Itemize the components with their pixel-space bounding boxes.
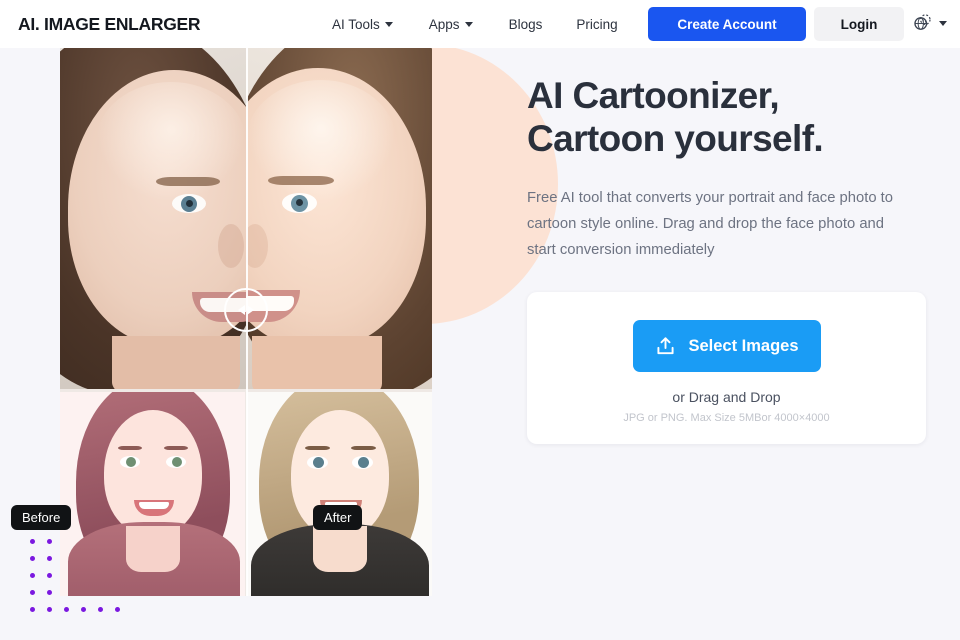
login-button[interactable]: Login bbox=[814, 7, 904, 41]
upload-tray-icon bbox=[657, 336, 675, 354]
decorative-dot bbox=[98, 607, 103, 612]
nav-label-ai-tools: AI Tools bbox=[332, 16, 380, 32]
site-logo[interactable]: AI. IMAGE ENLARGER bbox=[18, 14, 201, 35]
nav-label-pricing: Pricing bbox=[576, 16, 618, 32]
decorative-dot bbox=[64, 607, 69, 612]
hero-description: Free AI tool that converts your portrait… bbox=[527, 189, 894, 259]
left-arrow-icon bbox=[238, 305, 245, 315]
upload-card[interactable]: Select Images or Drag and Drop JPG or PN… bbox=[527, 292, 926, 444]
decorative-dot bbox=[115, 607, 120, 612]
decorative-dot bbox=[30, 573, 35, 578]
decorative-dot bbox=[81, 607, 86, 612]
showcase-cartoon-before bbox=[60, 392, 245, 596]
badge-before: Before bbox=[11, 505, 72, 530]
decorative-dot bbox=[47, 539, 52, 544]
main-nav: AI Tools Apps Blogs Pricing bbox=[332, 0, 652, 48]
svg-text:n: n bbox=[923, 18, 926, 24]
showcase-cartoon-after bbox=[247, 392, 432, 596]
before-after-showcase[interactable] bbox=[60, 48, 432, 596]
showcase-top-left-photo bbox=[60, 48, 246, 389]
headline-line-1: AI Cartoonizer, bbox=[527, 75, 780, 116]
nav-item-blogs[interactable]: Blogs bbox=[509, 17, 543, 32]
decorative-dot bbox=[30, 607, 35, 612]
showcase-top-right-photo bbox=[246, 48, 432, 389]
nav-label-blogs: Blogs bbox=[508, 16, 543, 32]
file-limit-text: JPG or PNG. Max Size 5MBor 4000×4000 bbox=[623, 412, 830, 424]
page-root: Before After AI. IMAGE ENLARGER AI Tools… bbox=[0, 0, 960, 640]
nav-item-pricing[interactable]: Pricing bbox=[576, 17, 617, 32]
language-selector[interactable]: n bbox=[912, 13, 947, 34]
site-header: AI. IMAGE ENLARGER AI Tools Apps Blogs P… bbox=[0, 0, 960, 48]
select-images-label: Select Images bbox=[688, 336, 799, 355]
nav-label-apps: Apps bbox=[428, 16, 460, 32]
badge-after: After bbox=[313, 505, 363, 530]
right-arrow-icon bbox=[247, 305, 254, 315]
decorative-dot bbox=[47, 573, 52, 578]
hero-section: AI Cartoonizer, Cartoon yourself. Free A… bbox=[527, 74, 927, 264]
headline-line-2: Cartoon yourself. bbox=[527, 118, 824, 160]
create-account-button[interactable]: Create Account bbox=[648, 7, 806, 41]
decorative-dot bbox=[30, 539, 35, 544]
decorative-dot bbox=[47, 607, 52, 612]
chevron-down-icon bbox=[384, 21, 393, 27]
decorative-dot bbox=[30, 556, 35, 561]
before-after-slider-handle[interactable] bbox=[224, 288, 268, 332]
decorative-dot bbox=[47, 590, 52, 595]
chevron-down-icon bbox=[939, 21, 947, 26]
page-title: AI Cartoonizer, Cartoon yourself. bbox=[527, 74, 927, 161]
nav-item-ai-tools[interactable]: AI Tools bbox=[332, 17, 412, 32]
globe-language-icon: n bbox=[914, 14, 931, 30]
decorative-dot bbox=[47, 556, 52, 561]
chevron-down-icon bbox=[464, 21, 473, 27]
drag-and-drop-text: or Drag and Drop bbox=[672, 389, 781, 405]
select-images-button[interactable]: Select Images bbox=[632, 320, 821, 372]
decorative-dot bbox=[30, 590, 35, 595]
nav-item-apps[interactable]: Apps bbox=[429, 17, 492, 32]
